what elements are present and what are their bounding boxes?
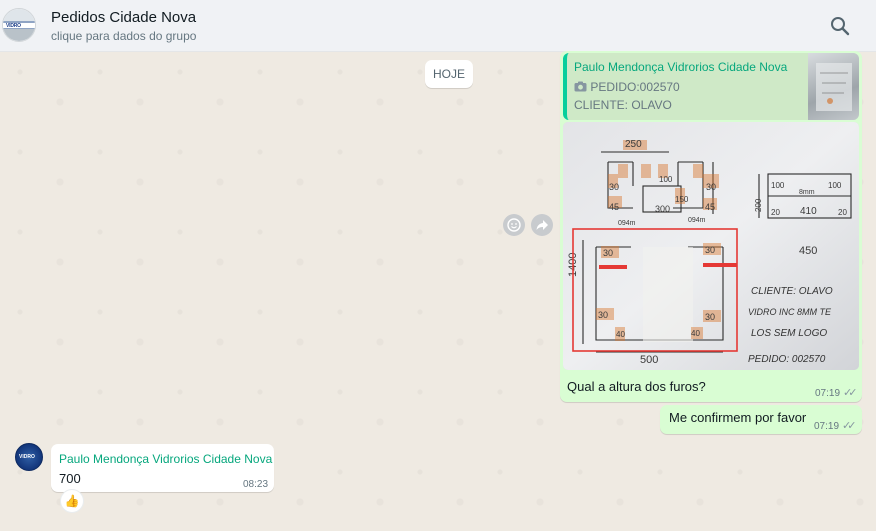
outgoing-text-message[interactable]: Me confirmem por favor 07:19 ✓✓: [660, 405, 862, 434]
sketch-r20a: 20: [771, 208, 780, 217]
sketch-30a: 30: [609, 182, 619, 192]
message-meta: 07:19 ✓✓: [815, 386, 858, 399]
sketch-note-glass: VIDRO INC 8MM TE: [748, 307, 832, 317]
sketch-note-order: PEDIDO: 002570: [748, 354, 826, 365]
sender-avatar-text: VIDRO: [19, 454, 35, 460]
sketch-100: 100: [659, 175, 673, 184]
sketch-30c: 30: [603, 248, 613, 258]
sender-name[interactable]: Paulo Mendonça Vidrorios Cidade Nova: [59, 452, 272, 466]
quote-author: Paulo Mendonça Vidrorios Cidade Nova: [574, 60, 788, 74]
incoming-text-message[interactable]: Paulo Mendonça Vidrorios Cidade Nova 700…: [51, 444, 274, 492]
sketch-note-client: CLIENTE: OLAVO: [751, 286, 833, 297]
quote-thumbnail: [808, 53, 859, 120]
sketch-r100b: 100: [828, 181, 842, 190]
sketch-note-logo: LOS SEM LOGO: [751, 328, 827, 339]
camera-icon: [574, 80, 590, 94]
sketch-45b: 45: [705, 202, 715, 212]
forward-icon[interactable]: [531, 214, 553, 236]
sketch-30f: 30: [705, 312, 715, 322]
emoji-icon[interactable]: [503, 214, 525, 236]
sketch-r450: 450: [799, 245, 817, 257]
quote-order-line: PEDIDO:002570: [574, 80, 680, 94]
sketch-40a: 40: [616, 330, 625, 339]
sketch-45a: 45: [609, 202, 619, 212]
sketch-250: 250: [625, 139, 642, 150]
message-text: Me confirmem por favor: [669, 410, 807, 425]
sketch-r200: 200: [754, 198, 763, 212]
sketch-500: 500: [640, 354, 658, 366]
group-subtitle[interactable]: clique para dados do grupo: [51, 29, 196, 43]
message-meta: 07:19 ✓✓: [814, 419, 857, 432]
quote-order: PEDIDO:002570: [590, 80, 680, 94]
image-caption: Qual a altura dos furos?: [567, 379, 706, 394]
double-check-icon: ✓✓: [843, 387, 858, 399]
chat-header[interactable]: VIDRO Pedidos Cidade Nova clique para da…: [0, 0, 876, 52]
sketch-r100a: 100: [771, 181, 785, 190]
sketch-r20b: 20: [838, 208, 847, 217]
search-icon[interactable]: [828, 14, 852, 38]
outgoing-image-message[interactable]: Paulo Mendonça Vidrorios Cidade Nova PED…: [560, 51, 862, 402]
message-time: 07:19: [815, 388, 841, 399]
message-text: 700: [59, 471, 81, 486]
order-sketch-image[interactable]: 250 30 30 100 45 45 300 150 094m 094m 14…: [563, 122, 859, 370]
sketch-30e: 30: [598, 310, 608, 320]
sketch-30b: 30: [706, 182, 716, 192]
date-divider: HOJE: [425, 60, 473, 88]
group-avatar[interactable]: VIDRO: [2, 8, 36, 42]
message-time: 08:23: [243, 479, 269, 490]
quote-client: CLIENTE: OLAVO: [574, 98, 672, 112]
sender-avatar[interactable]: VIDRO: [15, 443, 43, 471]
group-title[interactable]: Pedidos Cidade Nova: [51, 9, 196, 26]
thumbs-up-reaction[interactable]: 👍: [60, 489, 84, 513]
sketch-r410: 410: [800, 206, 817, 217]
sketch-094b: 094m: [688, 217, 706, 224]
double-check-icon: ✓✓: [842, 420, 857, 432]
sketch-40b: 40: [691, 329, 700, 338]
sketch-300: 300: [655, 204, 670, 214]
sketch-30d: 30: [705, 245, 715, 255]
message-time: 07:19: [814, 421, 840, 432]
sketch-150: 150: [675, 195, 689, 204]
sketch-r8mm: 8mm: [799, 189, 815, 196]
quoted-message[interactable]: Paulo Mendonça Vidrorios Cidade Nova PED…: [563, 53, 859, 120]
sketch-094a: 094m: [618, 220, 636, 227]
